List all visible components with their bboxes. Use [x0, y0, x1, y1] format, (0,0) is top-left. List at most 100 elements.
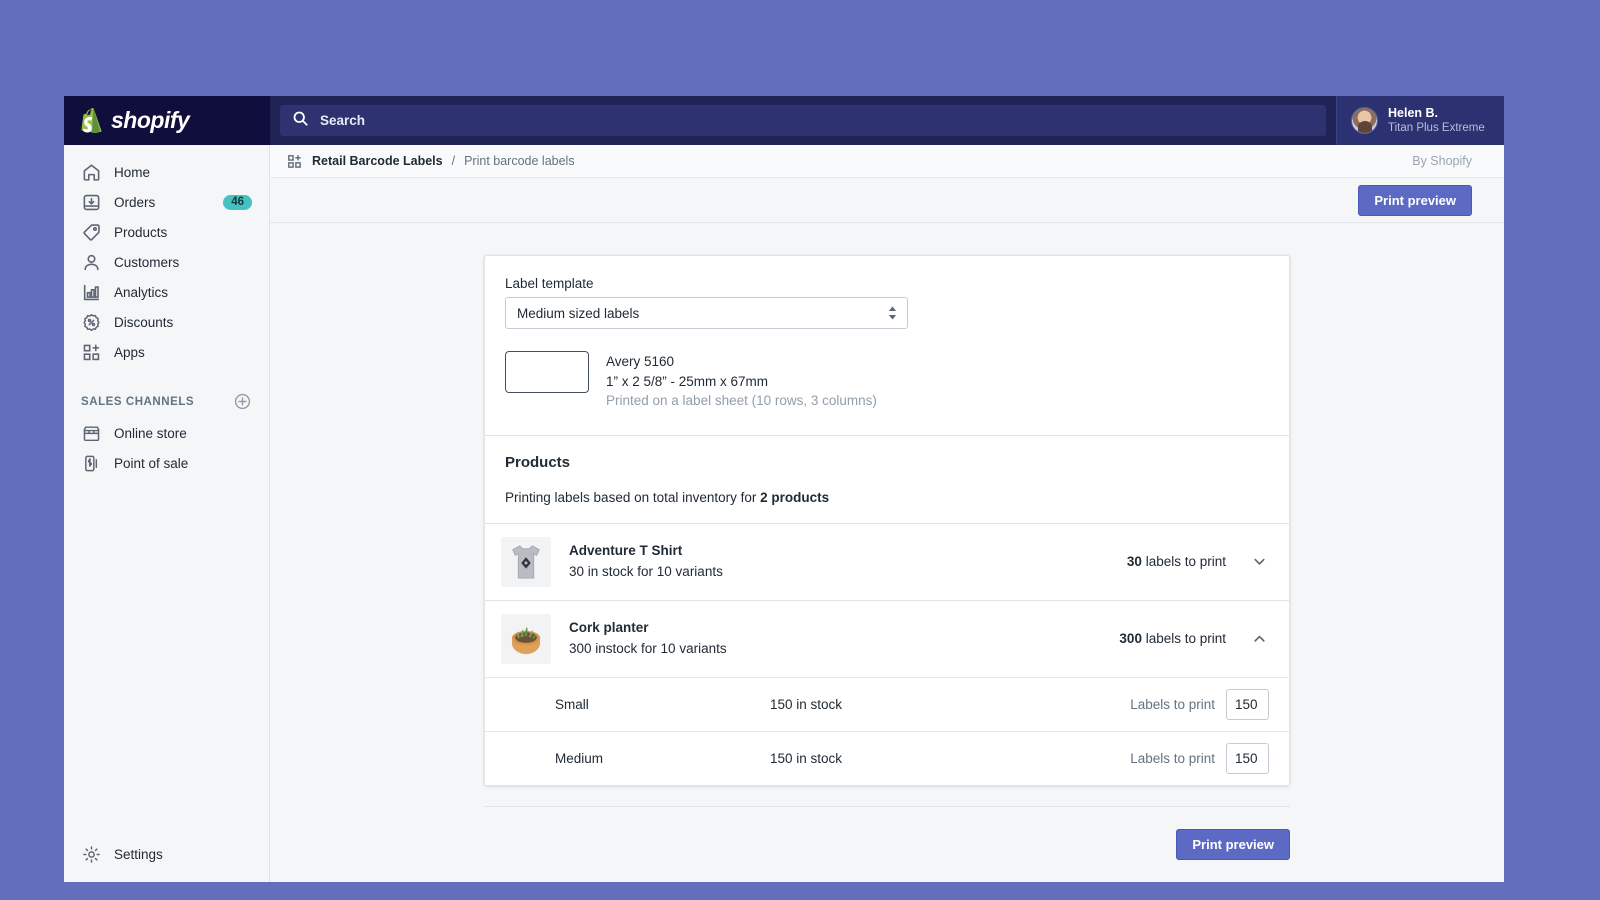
- variant-stock: 150 in stock: [770, 697, 1130, 712]
- variant-row: Medium 150 in stock Labels to print: [485, 731, 1289, 785]
- search-placeholder: Search: [320, 113, 365, 128]
- product-name: Adventure T Shirt: [569, 541, 1127, 561]
- product-stock-line: 30 in stock for 10 variants: [569, 562, 1127, 582]
- sidebar-item-analytics[interactable]: Analytics: [72, 278, 261, 306]
- breadcrumb-separator: /: [452, 154, 455, 168]
- sidebar-item-label: Online store: [114, 426, 252, 441]
- sidebar-item-settings[interactable]: Settings: [72, 840, 261, 868]
- breadcrumb: Retail Barcode Labels / Print barcode la…: [286, 153, 575, 170]
- sidebar-item-label: Point of sale: [114, 456, 252, 471]
- variant-name: Small: [555, 697, 770, 712]
- variant-row: Small 150 in stock Labels to print: [485, 677, 1289, 731]
- bottom-action-bar: Print preview: [484, 806, 1290, 860]
- shopify-bag-icon: [79, 107, 104, 134]
- label-dimensions: 1” x 2 5/8” - 25mm x 67mm: [606, 372, 877, 392]
- sidebar-item-customers[interactable]: Customers: [72, 248, 261, 276]
- orders-inbox-icon: [81, 192, 102, 213]
- product-row-cork-planter[interactable]: Cork planter 300 instock for 10 variants…: [485, 600, 1289, 677]
- sidebar-item-label: Settings: [114, 847, 252, 862]
- sidebar-item-home[interactable]: Home: [72, 158, 261, 186]
- variant-labels-input[interactable]: [1226, 689, 1269, 720]
- variant-labels-input[interactable]: [1226, 743, 1269, 774]
- barcode-labels-card: Label template Medium sized labels: [484, 255, 1290, 786]
- product-stock-line: 300 instock for 10 variants: [569, 639, 1119, 659]
- sidebar-item-orders[interactable]: Orders 46: [72, 188, 261, 216]
- sidebar-item-point-of-sale[interactable]: Point of sale: [72, 449, 261, 477]
- shopify-logo[interactable]: shopify: [64, 96, 270, 145]
- variant-input-label: Labels to print: [1130, 697, 1215, 712]
- top-bar: shopify Search Helen B. Titan Plus Extre…: [64, 96, 1504, 145]
- labels-count-value: 30: [1127, 554, 1142, 569]
- sidebar-item-label: Orders: [114, 195, 223, 210]
- product-info: Adventure T Shirt 30 in stock for 10 var…: [569, 541, 1127, 582]
- search-zone: Search: [270, 96, 1336, 145]
- sales-channels-title: SALES CHANNELS: [81, 396, 194, 408]
- point-of-sale-icon: [81, 453, 102, 474]
- sidebar-item-label: Customers: [114, 255, 252, 270]
- label-template-select-wrap: Medium sized labels: [505, 297, 908, 329]
- page-content: Label template Medium sized labels: [270, 223, 1504, 882]
- search-input[interactable]: Search: [280, 105, 1326, 136]
- chevron-down-icon[interactable]: [1250, 552, 1269, 571]
- planter-thumbnail: [501, 614, 551, 664]
- apps-grid-plus-icon: [81, 342, 102, 363]
- label-template-label: Label template: [505, 276, 1269, 291]
- app-window: shopify Search Helen B. Titan Plus Extre…: [64, 96, 1504, 882]
- variant-stock: 150 in stock: [770, 751, 1130, 766]
- products-section: Products Printing labels based on total …: [485, 436, 1289, 523]
- gear-icon: [81, 844, 102, 865]
- product-row-adventure-t-shirt[interactable]: Adventure T Shirt 30 in stock for 10 var…: [485, 523, 1289, 600]
- search-icon: [292, 110, 309, 132]
- user-name: Helen B.: [1388, 106, 1485, 122]
- apps-grid-plus-icon: [286, 153, 303, 170]
- label-template-select[interactable]: Medium sized labels: [505, 297, 908, 329]
- sidebar-nav: Home Orders 46: [64, 145, 269, 477]
- label-size-preview: [505, 351, 589, 393]
- print-preview-button-bottom[interactable]: Print preview: [1176, 829, 1290, 860]
- label-template-selected-value: Medium sized labels: [517, 306, 639, 321]
- discount-percent-icon: [81, 312, 102, 333]
- sales-channels-header: SALES CHANNELS: [64, 392, 269, 411]
- label-sheet-note: Printed on a label sheet (10 rows, 3 col…: [606, 391, 877, 411]
- sidebar: Home Orders 46: [64, 145, 270, 882]
- breadcrumb-bar: Retail Barcode Labels / Print barcode la…: [270, 145, 1504, 178]
- products-subtitle-prefix: Printing labels based on total inventory…: [505, 490, 760, 505]
- person-icon: [81, 252, 102, 273]
- labels-count-value: 300: [1119, 631, 1142, 646]
- product-name: Cork planter: [569, 618, 1119, 638]
- breadcrumb-app[interactable]: Retail Barcode Labels: [312, 154, 443, 168]
- breadcrumb-page: Print barcode labels: [464, 154, 574, 168]
- orders-badge: 46: [223, 195, 252, 210]
- home-icon: [81, 162, 102, 183]
- plus-circle-icon[interactable]: [233, 392, 252, 411]
- sidebar-item-label: Apps: [114, 345, 252, 360]
- product-info: Cork planter 300 instock for 10 variants: [569, 618, 1119, 659]
- label-spec-text: Avery 5160 1” x 2 5/8” - 25mm x 67mm Pri…: [606, 351, 877, 411]
- products-title: Products: [505, 454, 1269, 471]
- label-preview-row: Avery 5160 1” x 2 5/8” - 25mm x 67mm Pri…: [505, 351, 1269, 411]
- sidebar-item-label: Home: [114, 165, 252, 180]
- products-subtitle-count: 2 products: [760, 490, 829, 505]
- bar-chart-icon: [81, 282, 102, 303]
- user-shop-name: Titan Plus Extreme: [1388, 121, 1485, 135]
- variant-input-label: Labels to print: [1130, 751, 1215, 766]
- sidebar-item-apps[interactable]: Apps: [72, 338, 261, 366]
- print-preview-button-top[interactable]: Print preview: [1358, 185, 1472, 216]
- shopify-wordmark: shopify: [111, 107, 189, 134]
- sidebar-settings-row: Settings: [64, 840, 269, 870]
- product-labels-count: 300 labels to print: [1119, 631, 1226, 646]
- by-shopify-label: By Shopify: [1412, 154, 1472, 168]
- sidebar-item-online-store[interactable]: Online store: [72, 419, 261, 447]
- user-menu[interactable]: Helen B. Titan Plus Extreme: [1336, 96, 1504, 145]
- tshirt-thumbnail: [501, 537, 551, 587]
- avatar: [1351, 107, 1378, 134]
- label-template-section: Label template Medium sized labels: [485, 256, 1289, 436]
- chevron-up-icon[interactable]: [1250, 629, 1269, 648]
- storefront-icon: [81, 423, 102, 444]
- sidebar-item-products[interactable]: Products: [72, 218, 261, 246]
- sidebar-item-discounts[interactable]: Discounts: [72, 308, 261, 336]
- main-area: Retail Barcode Labels / Print barcode la…: [270, 145, 1504, 882]
- products-subtitle: Printing labels based on total inventory…: [505, 490, 1269, 523]
- sidebar-item-label: Discounts: [114, 315, 252, 330]
- sidebar-item-label: Products: [114, 225, 252, 240]
